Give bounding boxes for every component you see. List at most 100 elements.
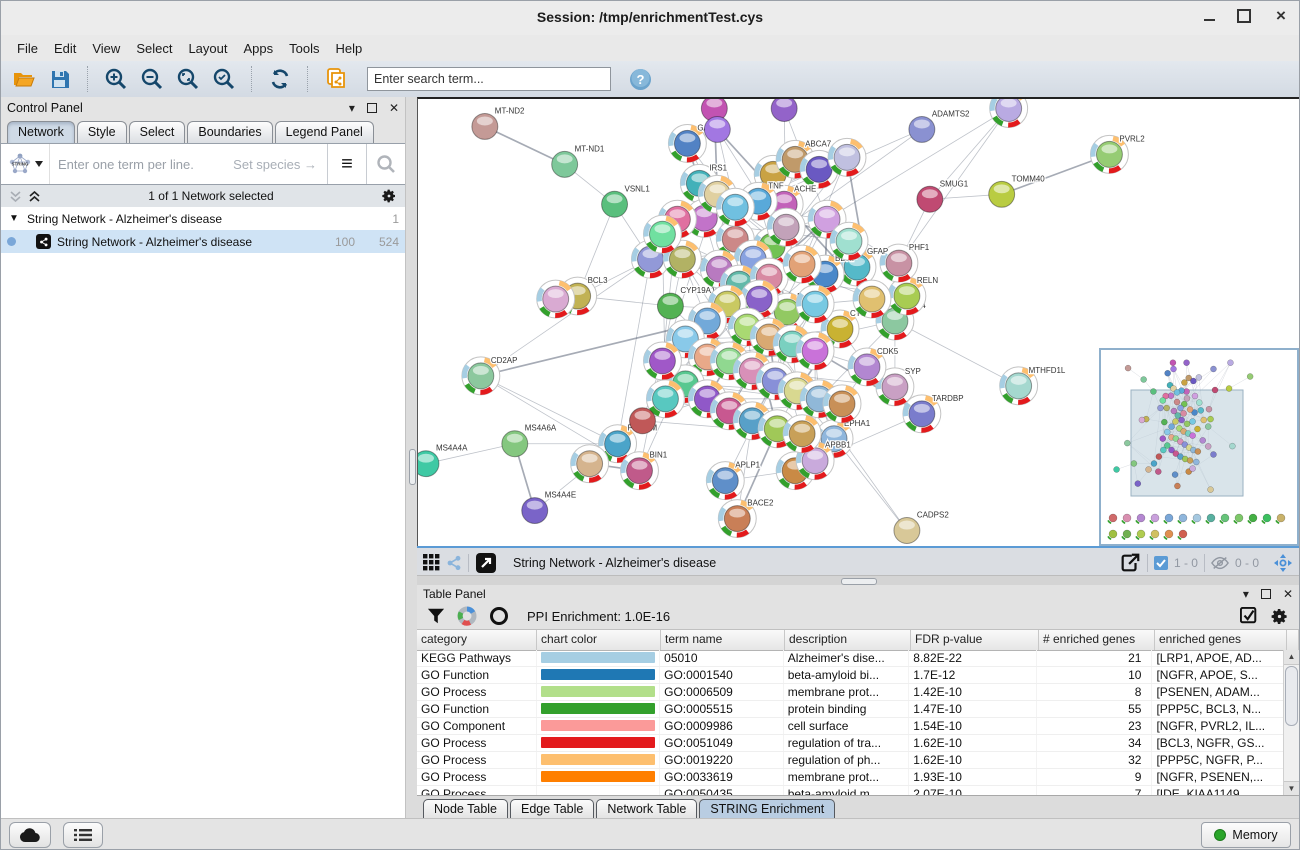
collapse-all-icon[interactable] [9, 191, 22, 202]
network-node[interactable] [716, 188, 754, 226]
menu-view[interactable]: View [84, 38, 128, 59]
network-node[interactable]: MS4A6A [502, 424, 557, 457]
close-button[interactable]: × [1273, 8, 1289, 24]
network-node[interactable] [783, 245, 821, 283]
grid-view-icon[interactable] [423, 554, 440, 571]
birds-eye-view[interactable] [1099, 348, 1299, 546]
table-panel-float-icon[interactable] [1261, 589, 1271, 599]
table-row[interactable]: GO ProcessGO:0006509membrane prot...1.42… [417, 684, 1284, 701]
network-node[interactable]: CD2AP [462, 356, 518, 395]
zoom-fit-icon[interactable] [173, 65, 203, 93]
column-header-enriched-genes[interactable]: enriched genes [1155, 630, 1287, 650]
network-node[interactable]: MT-ND1 [552, 144, 605, 177]
share-view-icon[interactable] [446, 555, 462, 571]
table-row[interactable]: GO ProcessGO:0019220regulation of ph...1… [417, 752, 1284, 769]
network-node[interactable]: MTHFD1L [1000, 366, 1066, 405]
network-node[interactable]: TOMM40 [989, 174, 1046, 207]
table-panel-close-icon[interactable]: ✕ [1283, 587, 1293, 601]
refresh-icon[interactable] [265, 65, 295, 93]
task-history-button[interactable] [63, 822, 103, 848]
tab-string-enrichment[interactable]: STRING Enrichment [699, 799, 835, 819]
ring-chart-icon[interactable] [489, 606, 509, 626]
network-node[interactable]: SMUG1 [917, 179, 969, 212]
network-node[interactable] [704, 116, 730, 142]
column-header-category[interactable]: category [417, 630, 537, 650]
network-node[interactable] [823, 385, 861, 423]
network-node[interactable] [630, 408, 656, 434]
zoom-in-icon[interactable] [101, 65, 131, 93]
string-protein-query-dropdown[interactable]: STRING [1, 144, 50, 184]
network-collection-row[interactable]: ▼ String Network - Alzheimer's disease 1 [1, 207, 405, 230]
tab-select[interactable]: Select [129, 121, 186, 143]
tree-expander-icon[interactable]: ▼ [7, 213, 21, 224]
string-query-input[interactable] [50, 157, 327, 172]
network-node[interactable] [783, 415, 821, 453]
search-input[interactable] [367, 67, 611, 91]
menu-help[interactable]: Help [328, 38, 371, 59]
network-node[interactable]: MT-ND2 [472, 106, 525, 139]
zoom-selected-icon[interactable] [209, 65, 239, 93]
network-node[interactable] [853, 280, 891, 318]
memory-button[interactable]: Memory [1201, 822, 1291, 848]
menu-edit[interactable]: Edit [46, 38, 84, 59]
hidden-eye-icon[interactable] [1211, 556, 1229, 570]
network-node[interactable]: BACE2 [718, 499, 774, 538]
panel-close-icon[interactable]: ✕ [389, 101, 399, 115]
cloud-tasks-button[interactable] [9, 822, 51, 848]
expand-all-icon[interactable] [28, 191, 41, 202]
table-row[interactable]: GO ProcessGO:0033619membrane prot...1.93… [417, 769, 1284, 786]
open-session-icon[interactable] [9, 65, 39, 93]
menu-select[interactable]: Select [128, 38, 180, 59]
table-row[interactable]: GO FunctionGO:0005515protein binding1.47… [417, 701, 1284, 718]
column-header--enriched-genes[interactable]: # enriched genes [1039, 630, 1155, 650]
panel-collapse-icon[interactable]: ▾ [349, 101, 355, 115]
scroll-down-icon[interactable]: ▼ [1284, 781, 1299, 796]
network-node[interactable]: VSNL1 [602, 184, 651, 217]
export-network-icon[interactable] [1119, 552, 1141, 574]
network-node[interactable]: TARDBP [903, 394, 964, 433]
tab-network-table[interactable]: Network Table [596, 799, 697, 819]
network-node[interactable] [796, 332, 834, 370]
network-node[interactable]: APLP1 [706, 461, 760, 500]
tab-node-table[interactable]: Node Table [423, 799, 508, 819]
network-node[interactable] [796, 285, 834, 323]
table-panel-collapse-icon[interactable]: ▾ [1243, 587, 1249, 601]
zoom-out-icon[interactable] [137, 65, 167, 93]
network-node[interactable] [828, 138, 866, 176]
network-node[interactable]: CADPS2 [894, 511, 949, 544]
filter-icon[interactable] [427, 607, 445, 625]
table-row[interactable]: KEGG Pathways05010Alzheimer's dise...8.8… [417, 650, 1284, 667]
network-row[interactable]: String Network - Alzheimer's disease 100… [1, 230, 405, 253]
enrichment-chart-icon[interactable] [457, 606, 477, 626]
network-node[interactable]: BIN1 [621, 451, 668, 490]
network-canvas[interactable]: MT-ND2MT-ND1VSNL1CD2APMS4A4AMS4A6AMS4A4E… [417, 97, 1299, 546]
select-terms-checkbox-icon[interactable] [1240, 607, 1258, 625]
tab-edge-table[interactable]: Edge Table [510, 799, 594, 819]
scrollbar-thumb[interactable] [1285, 666, 1298, 726]
navigator-compass-icon[interactable] [1273, 553, 1293, 573]
save-session-icon[interactable] [45, 65, 75, 93]
table-row[interactable]: GO ComponentGO:0009986cell surface1.54E-… [417, 718, 1284, 735]
table-scrollbar[interactable]: ▲ ▼ [1283, 650, 1299, 796]
network-node[interactable] [537, 280, 575, 318]
panel-float-icon[interactable] [367, 103, 377, 113]
tab-legend-panel[interactable]: Legend Panel [275, 121, 374, 143]
string-options-menu-icon[interactable]: ≡ [327, 144, 366, 184]
network-node[interactable] [643, 342, 681, 380]
minimize-button[interactable] [1204, 11, 1215, 21]
tab-style[interactable]: Style [77, 121, 127, 143]
column-header-description[interactable]: description [785, 630, 911, 650]
tab-network[interactable]: Network [7, 121, 75, 143]
selected-nodes-checkbox-icon[interactable] [1154, 556, 1168, 570]
column-header-FDR-p-value[interactable]: FDR p-value [911, 630, 1039, 650]
table-row[interactable]: GO ProcessGO:0051049regulation of tra...… [417, 735, 1284, 752]
menu-apps[interactable]: Apps [236, 38, 282, 59]
tab-boundaries[interactable]: Boundaries [187, 121, 272, 143]
network-node[interactable] [830, 222, 868, 260]
string-search-icon[interactable] [366, 144, 405, 184]
network-node[interactable] [771, 99, 797, 121]
column-header-chart-color[interactable]: chart color [537, 630, 661, 650]
menu-file[interactable]: File [9, 38, 46, 59]
scroll-up-icon[interactable]: ▲ [1284, 650, 1299, 665]
maximize-button[interactable] [1237, 9, 1251, 23]
